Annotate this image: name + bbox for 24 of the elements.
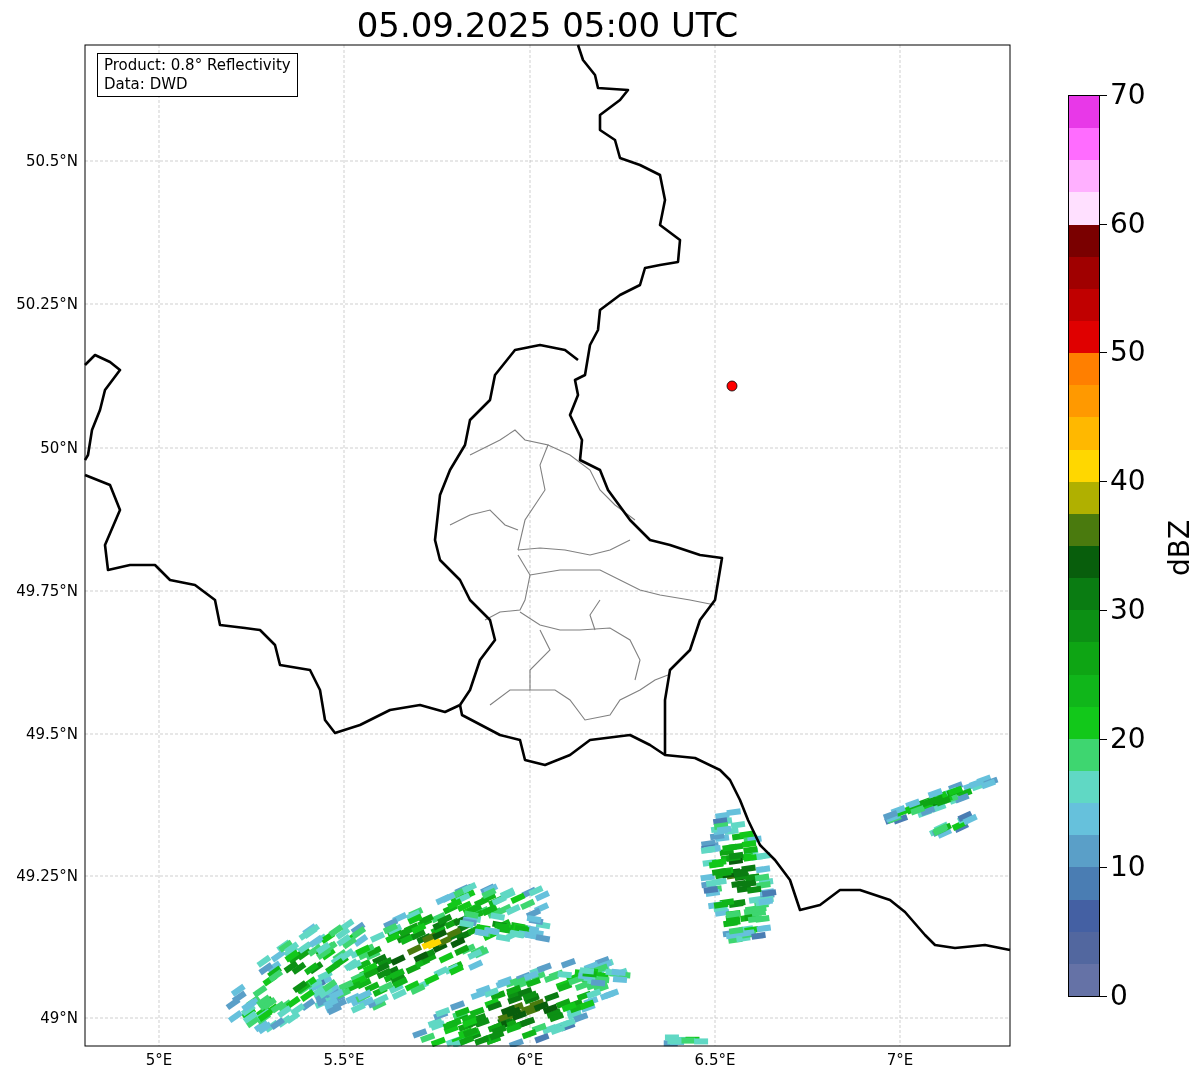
chart-title: 05.09.2025 05:00 UTC	[355, 4, 740, 47]
longitude-label: 7°E	[885, 1051, 915, 1069]
longitude-label: 6.5°E	[693, 1051, 737, 1069]
longitude-label: 5°E	[144, 1051, 174, 1069]
latitude-label: 50.5°N	[24, 152, 78, 170]
colorbar-tick-label: 30	[1110, 594, 1146, 626]
colorbar-label: dBZ	[1164, 519, 1196, 577]
colorbar-tick-label: 10	[1110, 851, 1146, 883]
colorbar-tick-label: 0	[1110, 980, 1128, 1012]
colorbar-tick-label: 20	[1110, 723, 1146, 755]
latitude-label: 49.5°N	[24, 725, 78, 743]
longitude-label: 6°E	[515, 1051, 545, 1069]
colorbar-tick-label: 70	[1110, 79, 1146, 111]
latitude-label: 49°N	[39, 1009, 78, 1027]
colorbar-tick-label: 40	[1110, 465, 1146, 497]
longitude-label: 5.5°E	[322, 1051, 366, 1069]
latitude-label: 49.75°N	[15, 582, 78, 600]
colorbar-tick-label: 50	[1110, 336, 1146, 368]
colorbar-tick-label: 60	[1110, 208, 1146, 240]
latitude-label: 49.25°N	[15, 867, 78, 885]
info-text: Data: DWD	[104, 75, 189, 94]
latitude-label: 50.25°N	[15, 295, 78, 313]
latitude-label: 50°N	[39, 439, 78, 457]
info-text: Product: 0.8° Reflectivity	[104, 56, 291, 75]
